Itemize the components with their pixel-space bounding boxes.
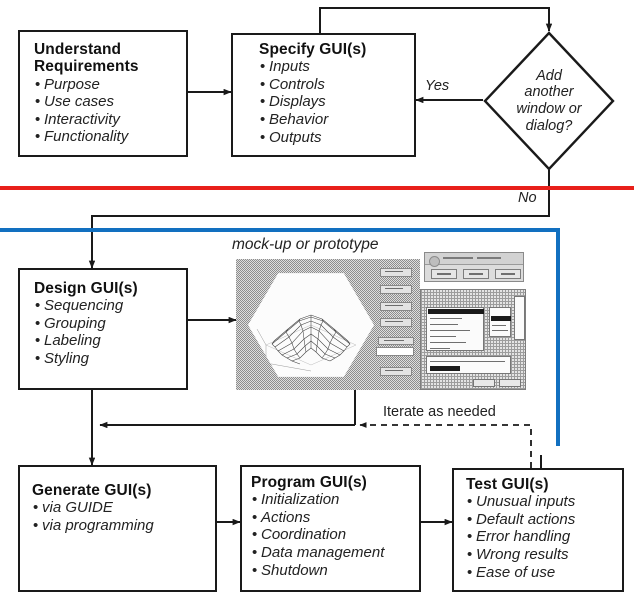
box-understand-requirements: Understand Requirements Purpose Use case…	[18, 30, 188, 157]
red-phase-divider	[0, 186, 634, 190]
decision-line-2: another	[524, 84, 574, 101]
list-item: Labeling	[34, 332, 138, 350]
dialog-yes-button[interactable]	[431, 269, 457, 279]
list-item: Inputs	[259, 58, 366, 76]
list-item: Grouping	[34, 315, 138, 333]
list-item: Data management	[251, 544, 384, 562]
box-specify-title: Specify GUI(s)	[259, 41, 367, 58]
box-generate-title: Generate GUI(s)	[32, 482, 152, 499]
decision-line-1: Add	[536, 67, 562, 84]
mockup-modal-dialog	[424, 252, 524, 282]
list-item: Shutdown	[251, 562, 384, 580]
dialog-title-text	[443, 257, 473, 259]
mockup-axes-panel	[248, 273, 374, 377]
list-item: Coordination	[251, 526, 384, 544]
blue-phase-divider	[0, 228, 560, 232]
question-mark-icon	[429, 256, 440, 267]
box-generate-guis: Generate GUI(s) via GUIDE via programmin…	[18, 465, 217, 592]
list-item: Ease of use	[466, 564, 575, 582]
box-specify-guis: Specify GUI(s) Inputs Controls Displays …	[231, 33, 416, 157]
box-design-guis: Design GUI(s) Sequencing Grouping Labeli…	[18, 268, 188, 390]
box-understand-title: Understand	[34, 41, 122, 58]
list-item: Unusual inputs	[466, 493, 575, 511]
list-item: Behavior	[259, 111, 366, 129]
mockup-button-5[interactable]	[380, 367, 412, 376]
iterate-as-needed-label: Iterate as needed	[383, 404, 496, 420]
mockup-button-4[interactable]	[380, 318, 412, 327]
list-item: Default actions	[466, 511, 575, 529]
mockup-gui-window	[236, 259, 420, 390]
decision-line-4: dialog?	[525, 117, 573, 134]
box-understand-list: Purpose Use cases Interactivity Function…	[34, 76, 139, 146]
list-item: Styling	[34, 350, 138, 368]
box-test-guis: Test GUI(s) Unusual inputs Default actio…	[452, 468, 624, 592]
box-test-title: Test GUI(s)	[466, 476, 549, 493]
box-understand-title-line2: Requirements	[34, 58, 139, 76]
decision-no-label: No	[518, 190, 537, 206]
decision-add-another-window: Add another window or dialog?	[483, 31, 615, 171]
decision-label: Add another window or dialog?	[483, 31, 615, 171]
surface-plot-icon	[256, 314, 357, 372]
mockup-figure-background	[236, 259, 420, 390]
dialog-title-text-2	[477, 257, 501, 259]
box-program-guis: Program GUI(s) Initialization Actions Co…	[240, 465, 421, 592]
list-item: Displays	[259, 93, 366, 111]
box-design-title: Design GUI(s)	[34, 280, 138, 297]
list-item: Wrong results	[466, 546, 575, 564]
box-test-list: Unusual inputs Default actions Error han…	[466, 493, 575, 581]
mockup-button-2[interactable]	[380, 285, 412, 294]
list-item: via programming	[32, 517, 154, 535]
property-value-pane	[489, 307, 511, 337]
decision-yes-label: Yes	[425, 78, 450, 94]
list-item: Initialization	[251, 491, 384, 509]
list-item: Use cases	[34, 93, 139, 111]
wire-specify-to-decision	[319, 7, 553, 33]
list-item: Error handling	[466, 528, 575, 546]
property-cancel-button[interactable]	[499, 379, 521, 387]
decision-line-3: window or	[516, 101, 582, 117]
list-item: Outputs	[259, 129, 366, 147]
dialog-titlebar	[425, 253, 523, 267]
mockup-dropdown[interactable]	[376, 347, 414, 356]
list-item: Sequencing	[34, 297, 138, 315]
mockup-label-popup	[378, 337, 414, 345]
mockup-property-dialog	[420, 289, 526, 390]
flowchart-canvas: Understand Requirements Purpose Use case…	[0, 0, 634, 604]
box-specify-list: Inputs Controls Displays Behavior Output…	[259, 58, 366, 146]
blue-phase-divider-vertical	[556, 228, 560, 446]
box-generate-list: via GUIDE via programming	[32, 499, 154, 534]
mockup-button-3[interactable]	[380, 302, 412, 311]
dialog-cancel-button[interactable]	[495, 269, 521, 279]
list-item: Interactivity	[34, 111, 139, 129]
list-item: Functionality	[34, 128, 139, 146]
property-ok-button[interactable]	[473, 379, 495, 387]
value-selected-row[interactable]	[491, 316, 511, 321]
box-program-title: Program GUI(s)	[251, 474, 367, 491]
wire-iterate-dashed	[359, 422, 532, 468]
property-list-pane	[426, 307, 484, 351]
dialog-no-button[interactable]	[463, 269, 489, 279]
list-item: Actions	[251, 509, 384, 527]
property-scroll-pane[interactable]	[514, 296, 525, 340]
property-text-pane	[426, 356, 511, 374]
list-item: Purpose	[34, 76, 139, 94]
box-program-list: Initialization Actions Coordination Data…	[251, 491, 384, 579]
box-design-list: Sequencing Grouping Labeling Styling	[34, 297, 138, 367]
list-item: Controls	[259, 76, 366, 94]
mockup-caption: mock-up or prototype	[232, 236, 379, 253]
property-selected-row[interactable]	[428, 309, 484, 314]
list-item: via GUIDE	[32, 499, 154, 517]
mockup-button-1[interactable]	[380, 268, 412, 277]
